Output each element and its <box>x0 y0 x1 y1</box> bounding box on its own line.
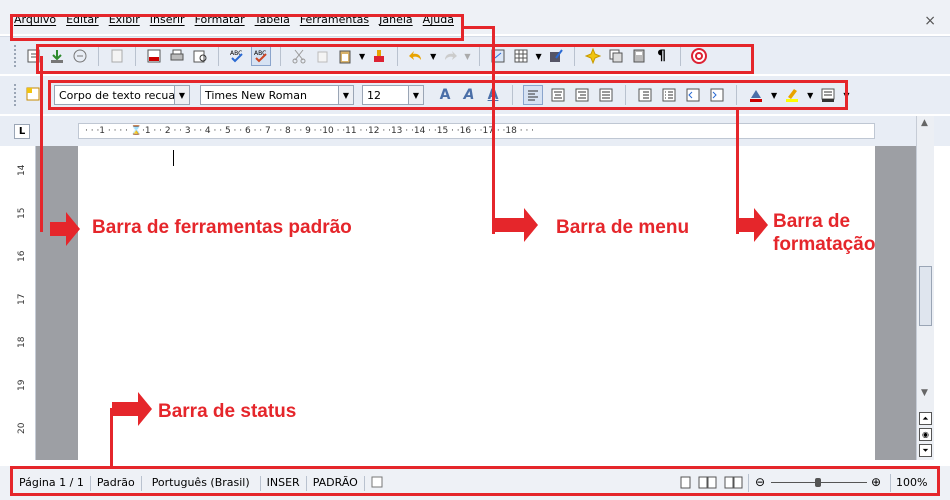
connector-line <box>462 26 494 29</box>
tab-stop-button[interactable]: L <box>14 124 30 139</box>
annotation-formatting-toolbar: Barra de formatação <box>773 211 876 255</box>
toolbar-grip[interactable] <box>14 84 18 106</box>
vertical-ruler-mark: 19 <box>17 379 27 391</box>
connector-line <box>40 56 43 232</box>
arrow-right-icon <box>494 208 538 242</box>
vertical-ruler-mark: 15 <box>17 207 27 219</box>
arrow-right-icon <box>112 392 152 426</box>
toolbar-grip[interactable] <box>14 45 20 67</box>
vertical-ruler-mark: 17 <box>17 293 27 305</box>
formatting-toolbar-highlight <box>48 80 848 110</box>
standard-toolbar-highlight <box>36 44 754 74</box>
next-page-icon[interactable]: ⏷ <box>919 444 932 457</box>
previous-page-icon[interactable]: ⏶ <box>919 412 932 425</box>
annotation-menu-bar: Barra de menu <box>556 217 690 238</box>
vertical-ruler-mark: 20 <box>17 422 27 434</box>
menu-bar-highlight <box>10 14 464 41</box>
navigation-icon[interactable]: ◉ <box>919 428 932 441</box>
vertical-ruler-mark: 18 <box>17 336 27 348</box>
vertical-ruler[interactable]: 14 15 16 17 18 19 20 <box>14 146 36 460</box>
horizontal-ruler[interactable]: · · ·1 · · · · ⌛·1 · · 2 · · 3 · · 4 · ·… <box>78 123 875 139</box>
annotation-status-bar: Barra de status <box>158 401 297 422</box>
text-cursor <box>173 150 174 166</box>
vertical-ruler-mark: 14 <box>17 164 27 176</box>
scroll-up-icon[interactable]: ▲ <box>921 118 928 128</box>
close-document-icon[interactable]: × <box>924 13 936 29</box>
arrow-right-icon <box>738 208 768 242</box>
horizontal-ruler-bar: L · · ·1 · · · · ⌛·1 · · 2 · · 3 · · 4 ·… <box>0 116 950 146</box>
vertical-scrollbar[interactable]: ▲ ▼ ⏶ ◉ ⏷ <box>916 116 934 460</box>
connector-line <box>492 26 495 234</box>
scroll-down-icon[interactable]: ▼ <box>921 388 928 398</box>
status-bar-highlight <box>10 466 940 496</box>
arrow-right-icon <box>50 212 80 246</box>
annotation-standard-toolbar: Barra de ferramentas padrão <box>92 217 352 238</box>
vertical-ruler-mark: 16 <box>17 250 27 262</box>
scroll-thumb[interactable] <box>919 266 932 326</box>
